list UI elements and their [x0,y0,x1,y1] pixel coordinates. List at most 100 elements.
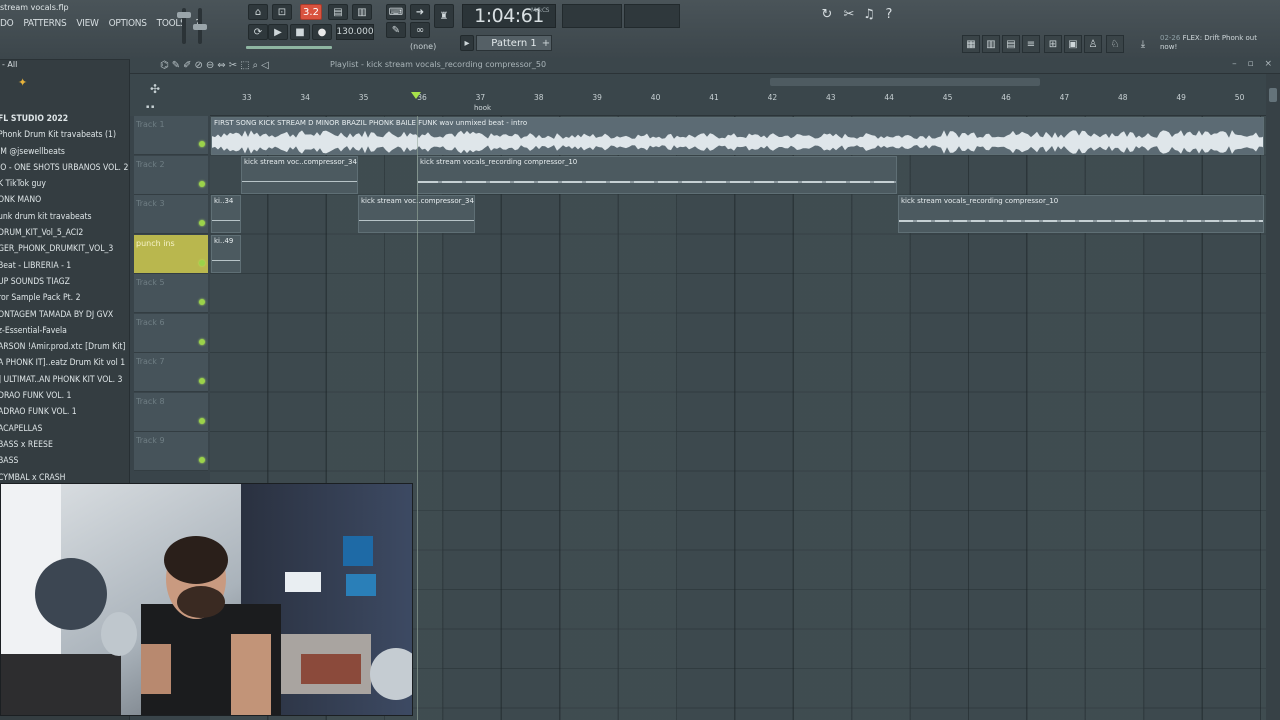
browser-item[interactable]: Beat - LIBRERIA - 1 [0,258,130,274]
record-button[interactable]: ● [312,24,332,40]
menu-file[interactable]: DO [0,18,14,29]
track-active-led[interactable] [199,260,205,266]
browser-item[interactable]: BASS x REESE [0,437,130,453]
browser-item[interactable]: BASS [0,453,130,469]
pat-song-toggle[interactable]: 3.2 [300,4,322,20]
stop-button[interactable]: ■ [290,24,310,40]
track-active-led[interactable] [199,418,205,424]
cpu-monitor[interactable] [562,4,622,28]
menu-options[interactable]: OPTIONS [109,18,147,29]
slip-icon[interactable]: ⇔ [217,60,225,71]
browser-item[interactable]: FL STUDIO 2022 [0,111,130,127]
browser-item[interactable]: IO - ONE SHOTS URBANOS VOL. 2 [0,160,130,176]
track-header[interactable]: Track 3 [134,195,208,234]
typing-keyboard-icon[interactable]: ⌨ [386,4,406,20]
browser-item[interactable]: ADRAO FUNK VOL. 1 [0,404,130,420]
scroll-thumb[interactable] [1269,88,1277,102]
delete-icon[interactable]: ⊘ [195,60,203,71]
channel-rack-icon[interactable]: ▤ [1002,35,1020,53]
track-active-led[interactable] [199,378,205,384]
touch-keyboard-icon[interactable]: ♘ [1106,35,1124,53]
track-active-led[interactable] [199,339,205,345]
slice-icon[interactable]: ✂ [229,60,237,71]
track-active-led[interactable] [199,220,205,226]
track-header[interactable]: Track 7 [134,353,208,392]
crossfade-stretch-toggles[interactable]: ▪ ▪ [146,104,154,110]
undo-history-icon[interactable]: ↻ [818,4,836,24]
select-icon[interactable]: ⬚ [240,60,249,71]
magnet-icon[interactable]: ⌬ [160,60,169,71]
track-header[interactable]: Track 9 [134,432,208,471]
snap-arrows-icon[interactable]: ✣ [150,82,160,96]
browser-item[interactable]: z-Essential-Favela [0,323,130,339]
browser-item[interactable]: ror Sample Pack Pt. 2 [0,290,130,306]
pattern-arrow-icon[interactable]: ▸ [460,35,474,51]
browser-item[interactable]: Phonk Drum Kit travabeats (1) [0,127,130,143]
browser-item[interactable]: DRAO FUNK VOL. 1 [0,388,130,404]
track-header[interactable]: Track 8 [134,393,208,432]
browser-item[interactable]: ONTAGEM TAMADA BY DJ GVX [0,307,130,323]
cut-tool-icon[interactable]: ✂ [840,4,858,24]
master-volume-slider[interactable] [177,8,191,44]
brush-icon[interactable]: ✐ [183,60,191,71]
browser-item[interactable]: UP SOUNDS TIAGZ [0,274,130,290]
browser-item[interactable]: ] ULTIMAT..AN PHONK KIT VOL. 3 [0,372,130,388]
audio-clip-beat-intro[interactable]: FIRST SONG KICK STREAM D MINOR BRAZIL PH… [211,117,1264,155]
browser-filter[interactable]: - All [0,60,130,74]
edit-pencil-icon[interactable]: ✎ [386,22,406,38]
browser-item[interactable]: unk drum kit travabeats [0,209,130,225]
snap-icon[interactable]: ➜ [410,4,430,20]
track-header[interactable]: Track 1 [134,116,208,155]
track-header[interactable]: Track 6 [134,314,208,353]
browser-item[interactable]: ACAPELLAS [0,421,130,437]
vertical-scrollbar[interactable] [1266,74,1280,720]
track-header[interactable]: Track 5 [134,274,208,313]
piano-roll-icon[interactable]: ▥ [982,35,1000,53]
tempo-display[interactable]: 130.000 [336,24,374,40]
master-pitch-slider[interactable] [193,8,207,44]
main-volume-bar[interactable] [246,46,332,49]
browser-item[interactable]: K TikTok guy [0,176,130,192]
add-pattern-button[interactable]: + [540,35,552,51]
mixer-icon[interactable]: ≡ [1022,35,1040,53]
browser-item[interactable]: IM @jsewellbeats [0,144,130,160]
metronome-icon[interactable]: ⌂ [248,4,268,20]
wait-record-icon[interactable]: ⊡ [272,4,292,20]
browser-icon[interactable]: ⊞ [1044,35,1062,53]
audio-clip[interactable]: kick stream vocals_recording compressor_… [898,195,1264,233]
loop-record-icon[interactable]: ▥ [352,4,372,20]
browser-item[interactable]: DRUM_KIT_Vol_5_ACI2 [0,225,130,241]
audio-clip[interactable]: kick stream vocals_recording compressor_… [417,156,897,194]
track-header-punch-ins[interactable]: punch ins [134,235,208,274]
link-icon[interactable]: ∞ [410,22,430,38]
track-active-led[interactable] [199,141,205,147]
zoom-icon[interactable]: ⌕ [253,60,259,71]
horizontal-scrollbar[interactable] [770,78,1040,86]
download-icon[interactable]: ⤓ [1134,35,1152,53]
timeline-marker-hook[interactable]: hook [474,104,491,112]
menu-patterns[interactable]: PATTERNS [23,18,66,29]
playback-icon[interactable]: ◁ [261,60,269,71]
browser-item[interactable]: A PHONK IT]..eatz Drum Kit vol 1 [0,355,130,371]
song-time-display[interactable]: 1:04:61 M:S:CS [462,4,556,28]
browser-item[interactable]: ONK MANO [0,192,130,208]
playhead-marker-icon[interactable] [411,92,421,99]
loop-icon[interactable]: ⟳ [248,24,268,40]
audio-clip[interactable]: ki..34 [211,195,241,233]
star-icon[interactable]: ✦ [18,76,27,89]
window-controls[interactable]: – ▫ × [1232,59,1276,69]
track-active-led[interactable] [199,299,205,305]
metronome-bell-icon[interactable]: ♜ [434,4,454,28]
track-active-led[interactable] [199,457,205,463]
track-header[interactable]: Track 2 [134,156,208,195]
play-button[interactable]: ▶ [268,24,288,40]
help-icon[interactable]: ? [880,4,898,24]
browser-item[interactable]: ARSON !Amir.prod.xtc [Drum Kit] [0,339,130,355]
track-active-led[interactable] [199,181,205,187]
audio-clip[interactable]: ki..49 [211,235,241,273]
memory-monitor[interactable] [624,4,680,28]
menu-view[interactable]: VIEW [76,18,98,29]
mic-icon[interactable]: ♫ [860,4,878,24]
news-ticker[interactable]: 02-26 FLEX: Drift Phonk out now! [1160,34,1260,52]
plugin-db-icon[interactable]: ♙ [1084,35,1102,53]
